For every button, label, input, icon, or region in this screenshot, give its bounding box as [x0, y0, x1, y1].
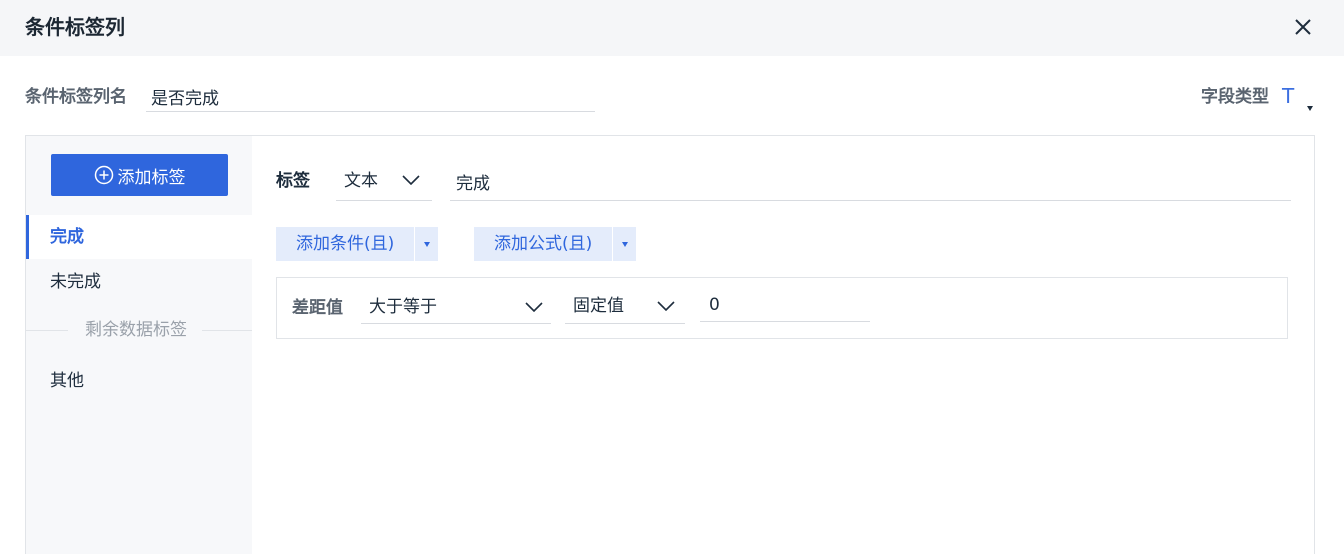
add-condition-split-button: 添加条件(且): [276, 227, 439, 261]
dialog-title: 条件标签列: [25, 15, 125, 39]
dialog-header: 条件标签列: [0, 0, 1344, 56]
sidebar-item-done[interactable]: 完成: [26, 215, 252, 259]
chevron-down-icon: [657, 301, 675, 311]
column-name-input[interactable]: [146, 81, 595, 112]
remaining-data-divider: 剩余数据标签: [26, 318, 252, 342]
caret-down-icon: [424, 242, 431, 247]
value-type-value: 固定值: [573, 296, 624, 316]
chevron-down-icon: [525, 302, 543, 312]
tag-name-input[interactable]: [450, 162, 1291, 201]
caret-down-icon: [622, 242, 629, 247]
tag-sidebar: 添加标签 完成 未完成 剩余数据标签 其他: [26, 136, 252, 554]
plus-circle-icon: [94, 165, 113, 185]
tag-type-select[interactable]: 文本: [336, 162, 432, 201]
add-formula-button[interactable]: 添加公式(且): [474, 227, 612, 261]
operator-value: 大于等于: [369, 297, 437, 317]
divider-line: [26, 330, 68, 331]
chevron-down-icon: [402, 175, 420, 185]
caret-down-icon: [1307, 106, 1313, 111]
field-type-dropdown[interactable]: T: [1278, 82, 1318, 118]
value-type-select[interactable]: 固定值: [565, 289, 685, 324]
condition-value-input[interactable]: [700, 289, 870, 322]
divider-line: [202, 330, 252, 331]
tag-type-value: 文本: [344, 171, 378, 191]
conditional-tag-column-dialog: 条件标签列 条件标签列名 字段类型 T 添加标签 完成 未完成 剩余数据标签: [0, 0, 1344, 554]
remaining-data-label: 剩余数据标签: [85, 320, 187, 340]
tag-label: 标签: [276, 171, 310, 191]
add-condition-dropdown[interactable]: [414, 227, 438, 261]
add-formula-split-button: 添加公式(且): [474, 227, 637, 261]
column-name-label: 条件标签列名: [25, 87, 127, 107]
add-formula-dropdown[interactable]: [612, 227, 636, 261]
condition-row: 差距值 大于等于 固定值: [276, 277, 1288, 339]
operator-select[interactable]: 大于等于: [361, 289, 551, 324]
sidebar-item-not-done[interactable]: 未完成: [26, 260, 252, 304]
sidebar-item-other[interactable]: 其他: [26, 359, 252, 403]
add-tag-label: 添加标签: [117, 167, 186, 188]
add-condition-button[interactable]: 添加条件(且): [276, 227, 414, 261]
close-icon[interactable]: [1291, 15, 1315, 39]
condition-field-label: 差距值: [292, 298, 343, 318]
text-type-icon: T: [1282, 84, 1295, 108]
field-type-label: 字段类型: [1201, 87, 1269, 107]
tag-config-panel: 添加标签 完成 未完成 剩余数据标签 其他 标签 文本 添加条件(且): [25, 135, 1315, 554]
add-tag-button[interactable]: 添加标签: [51, 154, 228, 196]
